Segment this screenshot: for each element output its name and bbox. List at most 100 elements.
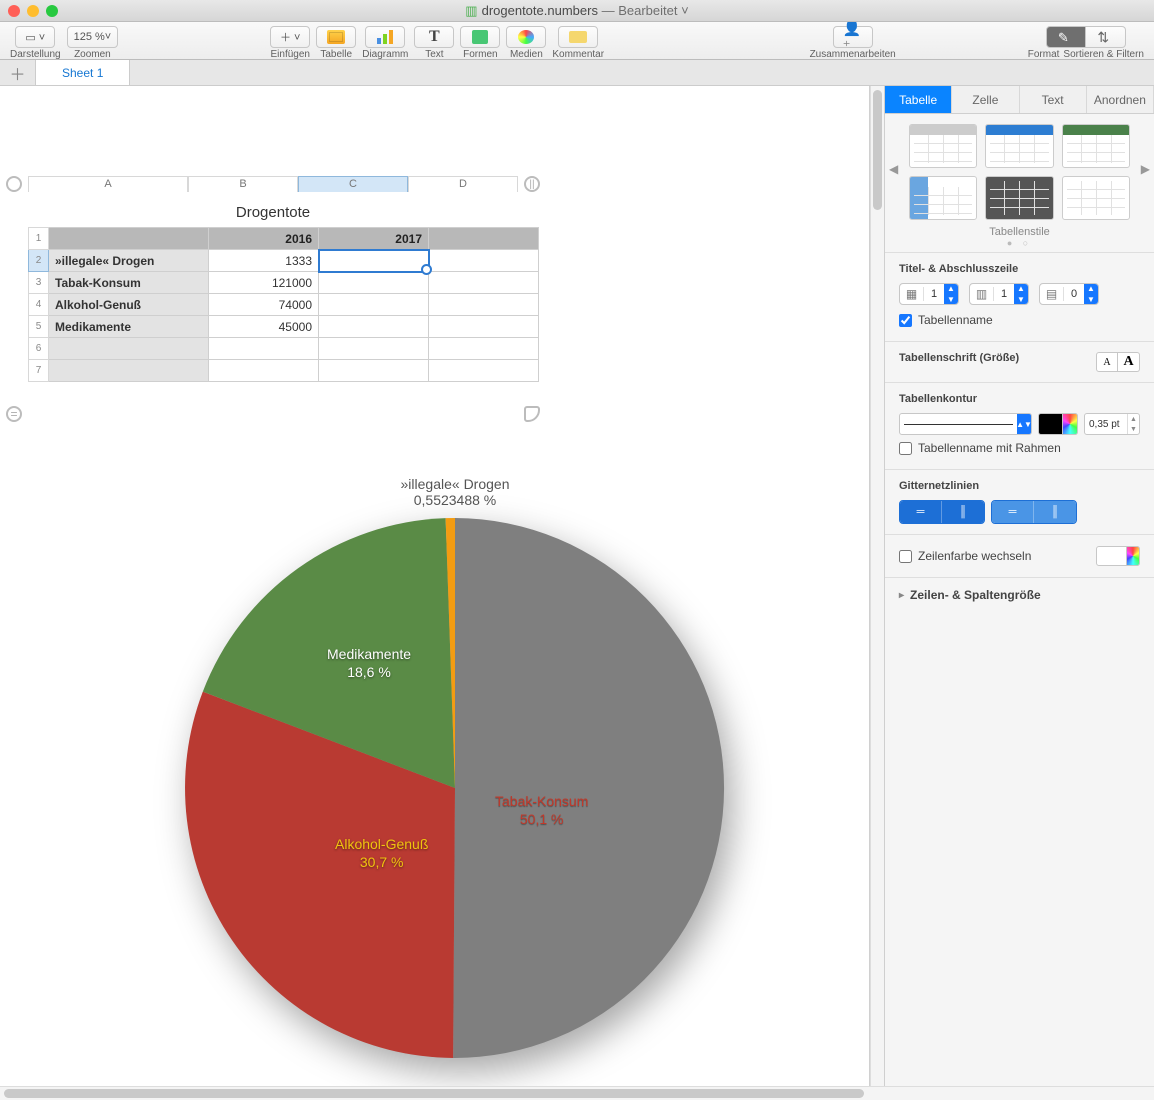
view-button[interactable]: ▭ ˅ [15, 26, 55, 48]
table-style-6[interactable] [1062, 176, 1130, 220]
tab-text[interactable]: Text [1020, 86, 1087, 113]
cell-C2-selected[interactable] [319, 250, 429, 272]
outline-width-input[interactable]: 0,35 pt▲▼ [1084, 413, 1140, 435]
header-cols-stepper[interactable]: ▥1▲▼ [969, 283, 1029, 305]
alternating-rows-checkbox[interactable]: Zeilenfarbe wechseln [899, 549, 1031, 563]
outline-style-select[interactable]: ▲▼ [899, 413, 1032, 435]
vertical-scrollbar[interactable] [870, 86, 884, 1086]
row-col-size-disclosure[interactable]: Zeilen- & Spaltengröße [885, 577, 1154, 612]
chart-button[interactable] [365, 26, 405, 48]
styles-next-icon[interactable]: ▶ [1141, 162, 1150, 176]
canvas[interactable]: || = A B C D Drogentote 1 2016 2017 2 [0, 86, 870, 1086]
cell-C7[interactable] [319, 360, 429, 382]
row-2[interactable]: 2 [29, 250, 49, 272]
name-with-frame-checkbox[interactable]: Tabellenname mit Rahmen [899, 441, 1140, 455]
add-column-handle[interactable]: || [524, 176, 540, 192]
table-style-2[interactable] [985, 124, 1053, 168]
shapes-button[interactable] [460, 26, 500, 48]
col-D[interactable]: D [408, 176, 518, 192]
tablename-checkbox[interactable]: Tabellenname [899, 313, 1140, 327]
cell-C5[interactable] [319, 316, 429, 338]
row-3[interactable]: 3 [29, 272, 49, 294]
font-smaller-button[interactable]: A [1096, 352, 1118, 372]
color-wheel-icon[interactable] [1062, 413, 1078, 435]
table-corner-handle[interactable] [6, 176, 22, 192]
cell-B7[interactable] [209, 360, 319, 382]
cell-D7[interactable] [429, 360, 539, 382]
media-button[interactable] [506, 26, 546, 48]
cell-A1[interactable] [49, 228, 209, 250]
cell-A4[interactable]: Alkohol-Genuß [49, 294, 209, 316]
tab-anordnen[interactable]: Anordnen [1087, 86, 1154, 113]
cell-D4[interactable] [429, 294, 539, 316]
add-sheet-button[interactable]: ＋ [0, 60, 36, 85]
table-style-3[interactable] [1062, 124, 1130, 168]
tab-zelle[interactable]: Zelle [952, 86, 1019, 113]
row-5[interactable]: 5 [29, 316, 49, 338]
row-1[interactable]: 1 [29, 228, 49, 250]
table-style-5[interactable] [985, 176, 1053, 220]
horizontal-scrollbar[interactable] [0, 1086, 1154, 1100]
comment-button[interactable] [558, 26, 598, 48]
font-larger-button[interactable]: A [1118, 352, 1140, 372]
col-A[interactable]: A [28, 176, 188, 192]
cell-C6[interactable] [319, 338, 429, 360]
col-B[interactable]: B [188, 176, 298, 192]
cell-C4[interactable] [319, 294, 429, 316]
grid-h-body[interactable]: ═ [900, 501, 942, 523]
grid-v-body[interactable]: ║ [942, 501, 984, 523]
resize-table-handle[interactable] [524, 406, 540, 422]
cell-B6[interactable] [209, 338, 319, 360]
cell-B1[interactable]: 2016 [209, 228, 319, 250]
row-4[interactable]: 4 [29, 294, 49, 316]
table-style-1[interactable] [909, 124, 977, 168]
table-style-4[interactable] [909, 176, 977, 220]
color-wheel-icon[interactable] [1126, 546, 1140, 566]
cell-D6[interactable] [429, 338, 539, 360]
cell-B3[interactable]: 121000 [209, 272, 319, 294]
collaborate-button[interactable]: 👤⁺ [833, 26, 873, 48]
outline-width-value: 0,35 pt [1089, 419, 1120, 430]
format-button[interactable]: ✎ [1046, 26, 1086, 48]
cell-A6[interactable] [49, 338, 209, 360]
cell-A5[interactable]: Medikamente [49, 316, 209, 338]
cell-D1[interactable] [429, 228, 539, 250]
footer-rows-stepper[interactable]: ▤0▲▼ [1039, 283, 1099, 305]
add-row-handle[interactable]: = [6, 406, 22, 422]
header-rows-stepper[interactable]: ▦1▲▼ [899, 283, 959, 305]
cell-A7[interactable] [49, 360, 209, 382]
styles-page-dots[interactable]: ● ○ [891, 238, 1148, 248]
cell-A3[interactable]: Tabak-Konsum [49, 272, 209, 294]
cell-C1[interactable]: 2017 [319, 228, 429, 250]
insert-button[interactable]: ＋ ˅ [270, 26, 310, 48]
table-title[interactable]: Drogentote [28, 198, 518, 227]
header-rows-icon: ▦ [900, 287, 924, 301]
cell-B2[interactable]: 1333 [209, 250, 319, 272]
text-button[interactable]: T [414, 26, 454, 48]
grid-h-header[interactable]: ═ [992, 501, 1034, 523]
cell-C3[interactable] [319, 272, 429, 294]
cell-B4[interactable]: 74000 [209, 294, 319, 316]
cell-D2[interactable] [429, 250, 539, 272]
sort-filter-button[interactable]: ⇅ [1086, 26, 1126, 48]
title-chevron-icon[interactable]: ˅ [681, 3, 689, 18]
tab-tabelle[interactable]: Tabelle [885, 86, 952, 113]
table-button[interactable] [316, 26, 356, 48]
row-7[interactable]: 7 [29, 360, 49, 382]
slice-label-alkohol: Alkohol-Genuß30,7 % [335, 836, 428, 871]
cell-D3[interactable] [429, 272, 539, 294]
grid-v-header[interactable]: ║ [1034, 501, 1076, 523]
table-styles [891, 124, 1148, 220]
zoom-select[interactable]: 125 % ˅ [67, 26, 119, 48]
cell-B5[interactable]: 45000 [209, 316, 319, 338]
outline-color-swatch[interactable] [1038, 413, 1078, 435]
alternating-color-swatch[interactable] [1096, 546, 1140, 566]
cell-D5[interactable] [429, 316, 539, 338]
sheet-tab-1[interactable]: Sheet 1 [36, 60, 130, 85]
footer-rows-icon: ▤ [1040, 287, 1064, 301]
row-6[interactable]: 6 [29, 338, 49, 360]
styles-prev-icon[interactable]: ◀ [889, 162, 898, 176]
pie-chart[interactable]: »illegale« Drogen 0,5523488 % [165, 476, 745, 1058]
cell-A2[interactable]: »illegale« Drogen [49, 250, 209, 272]
col-C[interactable]: C [298, 176, 408, 192]
